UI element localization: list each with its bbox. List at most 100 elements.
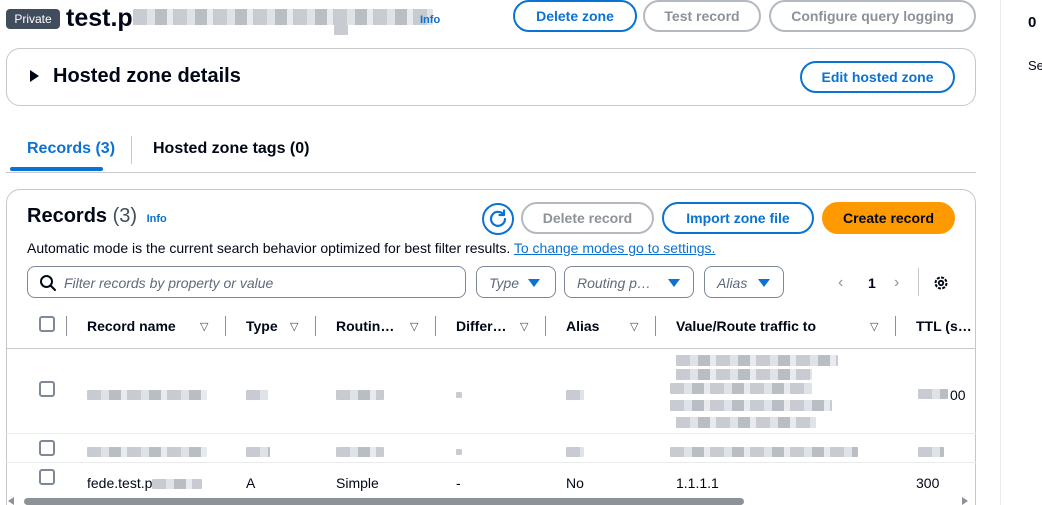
select-all-checkbox[interactable] <box>39 316 55 332</box>
sort-down-icon[interactable]: ▽ <box>290 320 298 333</box>
type-filter-label: Type <box>489 275 520 291</box>
redacted-record-name <box>87 390 207 400</box>
column-header-alias[interactable]: Alias <box>566 318 599 334</box>
tab-records[interactable]: Records (3) <box>27 140 115 158</box>
routing-policy-filter[interactable]: Routing p… <box>564 266 694 298</box>
search-mode-description: Automatic mode is the current search beh… <box>27 240 715 256</box>
records-title: Records <box>27 205 108 227</box>
column-separator[interactable] <box>435 316 436 336</box>
record-name-text[interactable]: fede.test.p <box>87 475 152 491</box>
records-count: (3) <box>112 205 138 227</box>
right-panel-number: 0 <box>1028 14 1037 31</box>
differentiator-cell: - <box>456 475 461 491</box>
redacted-value-line <box>676 369 812 380</box>
type-filter[interactable]: Type <box>476 266 556 298</box>
redacted-type <box>246 390 268 400</box>
column-separator[interactable] <box>895 316 896 336</box>
row-checkbox[interactable] <box>39 469 55 485</box>
row-divider <box>6 462 976 463</box>
next-page-button[interactable]: › <box>894 274 899 292</box>
tab-separator <box>131 136 132 164</box>
configure-query-logging-button[interactable]: Configure query logging <box>769 0 976 32</box>
redacted-value-line <box>676 355 838 366</box>
redacted-value-line <box>670 400 832 411</box>
column-separator[interactable] <box>545 316 546 336</box>
redacted-alias <box>566 447 584 457</box>
pager-separator <box>918 268 919 296</box>
records-info-link[interactable]: Info <box>147 213 167 225</box>
delete-record-button[interactable]: Delete record <box>521 202 654 234</box>
scroll-left-arrow[interactable] <box>8 497 14 505</box>
ttl-cell: 00 <box>950 387 966 403</box>
sort-down-icon[interactable]: ▽ <box>200 320 208 333</box>
sort-down-icon[interactable]: ▽ <box>870 320 878 333</box>
redacted-alias <box>566 390 584 400</box>
row-checkbox[interactable] <box>39 440 55 456</box>
column-header-ttl[interactable]: TTL (s… <box>916 318 972 334</box>
row-divider <box>6 433 976 434</box>
current-page-number[interactable]: 1 <box>868 275 876 291</box>
gear-icon[interactable] <box>932 274 950 292</box>
delete-zone-button[interactable]: Delete zone <box>513 0 637 32</box>
record-type-cell: A <box>246 475 256 491</box>
redacted-differentiator <box>456 449 462 455</box>
column-separator <box>66 316 67 336</box>
redacted-zone-name <box>132 9 433 26</box>
redacted-routing <box>336 447 384 457</box>
search-icon <box>40 275 56 291</box>
hosted-zone-details-title[interactable]: Hosted zone details <box>53 65 241 88</box>
redacted-differentiator <box>456 392 462 398</box>
settings-link[interactable]: To change modes go to settings. <box>514 240 716 256</box>
edit-hosted-zone-button[interactable]: Edit hosted zone <box>800 61 955 93</box>
caret-down-icon <box>758 279 770 287</box>
right-panel-text: Se <box>1028 58 1042 73</box>
active-tab-indicator <box>10 167 103 171</box>
column-header-value[interactable]: Value/Route traffic to <box>676 318 816 334</box>
redacted-fragment <box>334 25 348 35</box>
ttl-cell: 300 <box>916 475 940 491</box>
redacted-value-line <box>670 383 812 394</box>
column-header-differentiator[interactable]: Differ… <box>456 318 507 334</box>
sort-down-icon[interactable]: ▽ <box>410 320 418 333</box>
column-header-record-name[interactable]: Record name <box>87 318 176 334</box>
row-checkbox[interactable] <box>39 381 55 397</box>
column-header-routing-policy[interactable]: Routin… <box>336 318 394 334</box>
caret-down-icon <box>668 279 680 287</box>
column-separator[interactable] <box>225 316 226 336</box>
column-separator[interactable] <box>655 316 656 336</box>
sort-down-icon[interactable]: ▽ <box>520 320 528 333</box>
redacted-record-name-suffix <box>152 479 203 490</box>
alias-filter[interactable]: Alias <box>704 266 784 298</box>
redacted-record-name <box>87 447 207 457</box>
redacted-ttl <box>918 447 944 457</box>
redacted-ttl <box>918 389 948 399</box>
expand-caret-icon[interactable] <box>30 70 39 82</box>
value-cell: 1.1.1.1 <box>676 475 719 491</box>
routing-policy-cell: Simple <box>336 475 379 491</box>
alias-cell: No <box>566 475 584 491</box>
scroll-right-arrow[interactable] <box>962 497 968 505</box>
previous-page-button[interactable]: ‹ <box>838 274 843 292</box>
header-info-link[interactable]: Info <box>420 14 440 26</box>
zone-title: test.p <box>66 3 433 33</box>
refresh-icon <box>489 209 507 227</box>
sort-down-icon[interactable]: ▽ <box>630 320 638 333</box>
private-badge: Private <box>6 9 60 29</box>
redacted-type <box>246 447 270 457</box>
column-separator[interactable] <box>315 316 316 336</box>
refresh-button[interactable] <box>482 203 514 235</box>
search-placeholder: Filter records by property or value <box>64 275 274 291</box>
zone-title-text: test.p <box>66 4 133 32</box>
import-zone-file-button[interactable]: Import zone file <box>662 202 814 234</box>
tab-hosted-zone-tags[interactable]: Hosted zone tags (0) <box>153 140 309 158</box>
horizontal-scrollbar[interactable] <box>24 498 744 505</box>
create-record-button[interactable]: Create record <box>822 202 955 234</box>
description-text: Automatic mode is the current search beh… <box>27 240 511 256</box>
test-record-button[interactable]: Test record <box>643 0 761 32</box>
record-name-cell[interactable]: fede.test.p <box>87 475 203 491</box>
table-header-divider <box>6 348 976 349</box>
records-panel <box>6 189 976 505</box>
column-header-type[interactable]: Type <box>246 318 278 334</box>
redacted-value-line <box>676 417 816 428</box>
caret-down-icon <box>528 279 540 287</box>
